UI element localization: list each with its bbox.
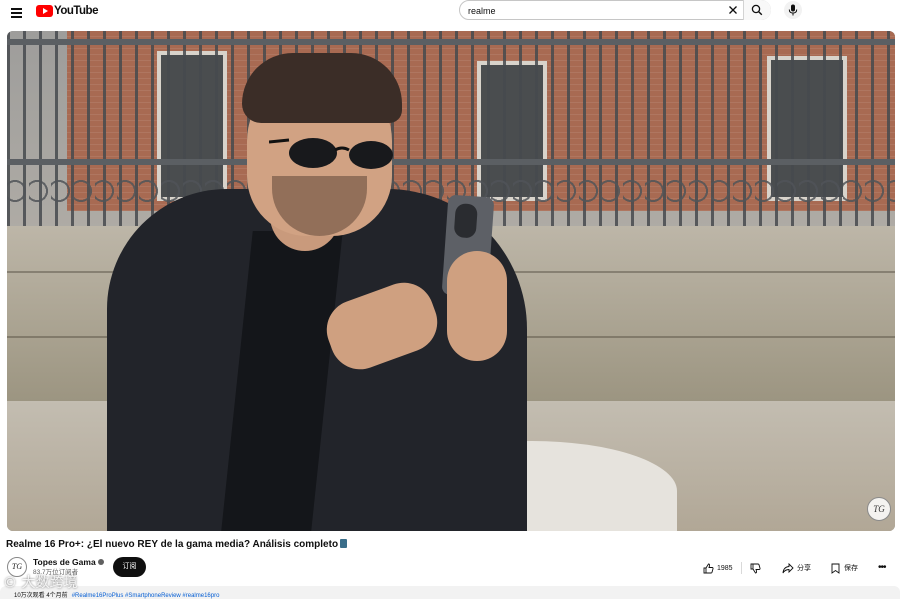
- search-input[interactable]: [468, 4, 718, 17]
- like-count: 1985: [717, 564, 733, 572]
- top-bar: YouTube: [0, 0, 900, 28]
- youtube-play-icon: [36, 5, 53, 17]
- video-person-hand: [447, 251, 507, 361]
- video-person-hair: [242, 53, 402, 123]
- phone-emoji-icon: [340, 539, 348, 548]
- clear-icon[interactable]: [727, 4, 739, 16]
- thumbs-down-icon: [750, 563, 761, 573]
- search-icon: [751, 4, 763, 16]
- share-button[interactable]: 分享: [782, 561, 811, 575]
- overlay-watermark: © 大数跨境: [3, 575, 78, 591]
- views-and-date: 10万次观看 4个月前: [14, 593, 68, 599]
- sunglasses-icon: [269, 138, 393, 169]
- like-button[interactable]: 1985: [703, 561, 733, 575]
- save-icon: [831, 563, 840, 574]
- dislike-button[interactable]: [750, 561, 764, 575]
- search-button[interactable]: [743, 0, 771, 20]
- microphone-icon: [788, 4, 798, 16]
- like-dislike-divider: [741, 562, 742, 574]
- subscribe-button[interactable]: 订阅: [113, 557, 146, 577]
- more-actions-icon[interactable]: •••: [878, 563, 886, 573]
- channel-watermark[interactable]: TG: [867, 497, 891, 521]
- save-label: 保存: [844, 565, 858, 572]
- share-label: 分享: [797, 565, 811, 572]
- verified-icon: [97, 559, 104, 565]
- voice-search-button[interactable]: [784, 1, 802, 19]
- channel-name[interactable]: Topes de Gama: [33, 557, 104, 568]
- thumbs-up-icon: [703, 563, 714, 573]
- search-box: [459, 0, 771, 20]
- video-fence-rail: [7, 39, 895, 45]
- hamburger-menu-icon[interactable]: [11, 8, 22, 18]
- save-button[interactable]: 保存: [830, 561, 858, 575]
- video-title-text: Realme 16 Pro+: ¿El nuevo REY de la gama…: [6, 539, 339, 550]
- video-phone-camera: [453, 203, 478, 239]
- video-title: Realme 16 Pro+: ¿El nuevo REY de la gama…: [6, 538, 886, 552]
- logo-text: YouTube: [54, 5, 98, 17]
- hashtags[interactable]: #Realme16ProPlus #SmartphoneReview #real…: [72, 593, 220, 599]
- video-player[interactable]: TG: [7, 31, 895, 531]
- youtube-logo[interactable]: YouTube: [36, 4, 98, 18]
- channel-name-text[interactable]: Topes de Gama: [33, 557, 96, 567]
- share-icon: [782, 562, 794, 573]
